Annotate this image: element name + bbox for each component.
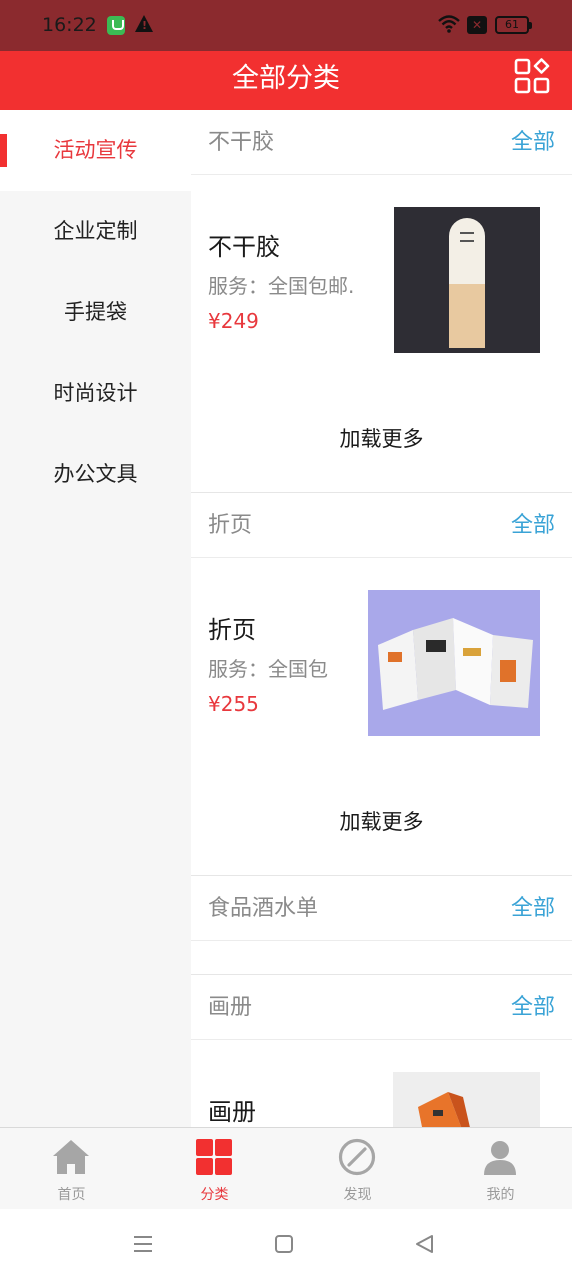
product-name: 不干胶 bbox=[208, 233, 280, 261]
sidebar-item-promotion[interactable]: 活动宣传 bbox=[0, 110, 191, 191]
load-more-button[interactable]: 加载更多 bbox=[191, 777, 572, 876]
tab-label: 首页 bbox=[57, 1187, 86, 1203]
category-icon bbox=[196, 1139, 232, 1175]
product-service: 服务：全国包 bbox=[208, 657, 328, 681]
sidebar-item-label: 办公文具 bbox=[53, 462, 138, 486]
sidebar-item-enterprise-custom[interactable]: 企业定制 bbox=[0, 191, 191, 272]
product-name: 画册 bbox=[208, 1098, 256, 1126]
status-time: 16:22 bbox=[42, 14, 97, 36]
category-sidebar: 活动宣传 企业定制 手提袋 时尚设计 办公文具 bbox=[0, 110, 191, 1127]
view-all-link[interactable]: 全部 bbox=[511, 975, 555, 1040]
header-bar: 全部分类 bbox=[0, 51, 572, 110]
app-notification-icon bbox=[107, 16, 125, 35]
back-icon[interactable] bbox=[414, 1234, 434, 1254]
tab-label: 发现 bbox=[343, 1187, 372, 1203]
product-image bbox=[394, 207, 540, 353]
section-title: 画册 bbox=[208, 995, 253, 1020]
system-nav-bar bbox=[0, 1209, 572, 1280]
section-title: 食品酒水单 bbox=[208, 896, 319, 921]
load-more-button[interactable]: 加载更多 bbox=[191, 394, 572, 493]
bottom-tab-bar: 首页 分类 发现 我的 bbox=[0, 1127, 572, 1209]
empty-section-body bbox=[191, 941, 572, 975]
tab-label: 分类 bbox=[200, 1187, 229, 1203]
tab-category[interactable]: 分类 bbox=[143, 1128, 286, 1210]
product-image bbox=[368, 590, 540, 736]
product-name: 折页 bbox=[208, 616, 256, 644]
status-bar: 16:22 ✕ 61 bbox=[0, 0, 572, 51]
section-title: 不干胶 bbox=[208, 130, 275, 155]
warning-icon bbox=[135, 15, 153, 32]
section-title: 折页 bbox=[208, 513, 253, 538]
view-all-link[interactable]: 全部 bbox=[511, 493, 555, 558]
sidebar-item-office-stationery[interactable]: 办公文具 bbox=[0, 434, 191, 515]
page-title: 全部分类 bbox=[232, 63, 340, 94]
sidebar-item-label: 时尚设计 bbox=[53, 381, 138, 405]
section-header: 画册 全部 bbox=[191, 975, 572, 1040]
category-content: 不干胶 全部 不干胶 服务：全国包邮. ¥249 加载更多 折页 全部 折页 服… bbox=[191, 110, 572, 1127]
tab-home[interactable]: 首页 bbox=[0, 1128, 143, 1210]
battery-icon: 61 bbox=[495, 16, 532, 34]
sidebar-item-fashion-design[interactable]: 时尚设计 bbox=[0, 353, 191, 434]
sidebar-item-handbag[interactable]: 手提袋 bbox=[0, 272, 191, 353]
section-header: 不干胶 全部 bbox=[191, 110, 572, 175]
category-grid-icon[interactable] bbox=[514, 58, 550, 94]
tab-label: 我的 bbox=[486, 1187, 515, 1203]
wifi-icon bbox=[438, 15, 460, 33]
home-square-icon[interactable] bbox=[275, 1235, 293, 1253]
product-card[interactable]: 折页 服务：全国包 ¥255 bbox=[191, 558, 572, 777]
tab-discover[interactable]: 发现 bbox=[286, 1128, 429, 1210]
product-price: ¥249 bbox=[208, 309, 259, 333]
product-card[interactable]: 画册 bbox=[191, 1040, 572, 1127]
tab-profile[interactable]: 我的 bbox=[429, 1128, 572, 1210]
view-all-link[interactable]: 全部 bbox=[511, 110, 555, 175]
discover-icon bbox=[338, 1138, 376, 1176]
home-icon bbox=[53, 1140, 89, 1174]
product-service: 服务：全国包邮. bbox=[208, 274, 355, 298]
view-all-link[interactable]: 全部 bbox=[511, 876, 555, 941]
section-header: 食品酒水单 全部 bbox=[191, 876, 572, 941]
menu-icon[interactable] bbox=[133, 1234, 153, 1254]
sidebar-item-label: 活动宣传 bbox=[53, 138, 138, 162]
sidebar-item-label: 企业定制 bbox=[53, 219, 138, 243]
section-header: 折页 全部 bbox=[191, 493, 572, 558]
sidebar-item-label: 手提袋 bbox=[64, 300, 127, 324]
product-image bbox=[393, 1072, 540, 1127]
product-price: ¥255 bbox=[208, 692, 259, 716]
product-card[interactable]: 不干胶 服务：全国包邮. ¥249 bbox=[191, 175, 572, 394]
profile-icon bbox=[484, 1141, 516, 1175]
signal-off-icon: ✕ bbox=[467, 16, 487, 34]
